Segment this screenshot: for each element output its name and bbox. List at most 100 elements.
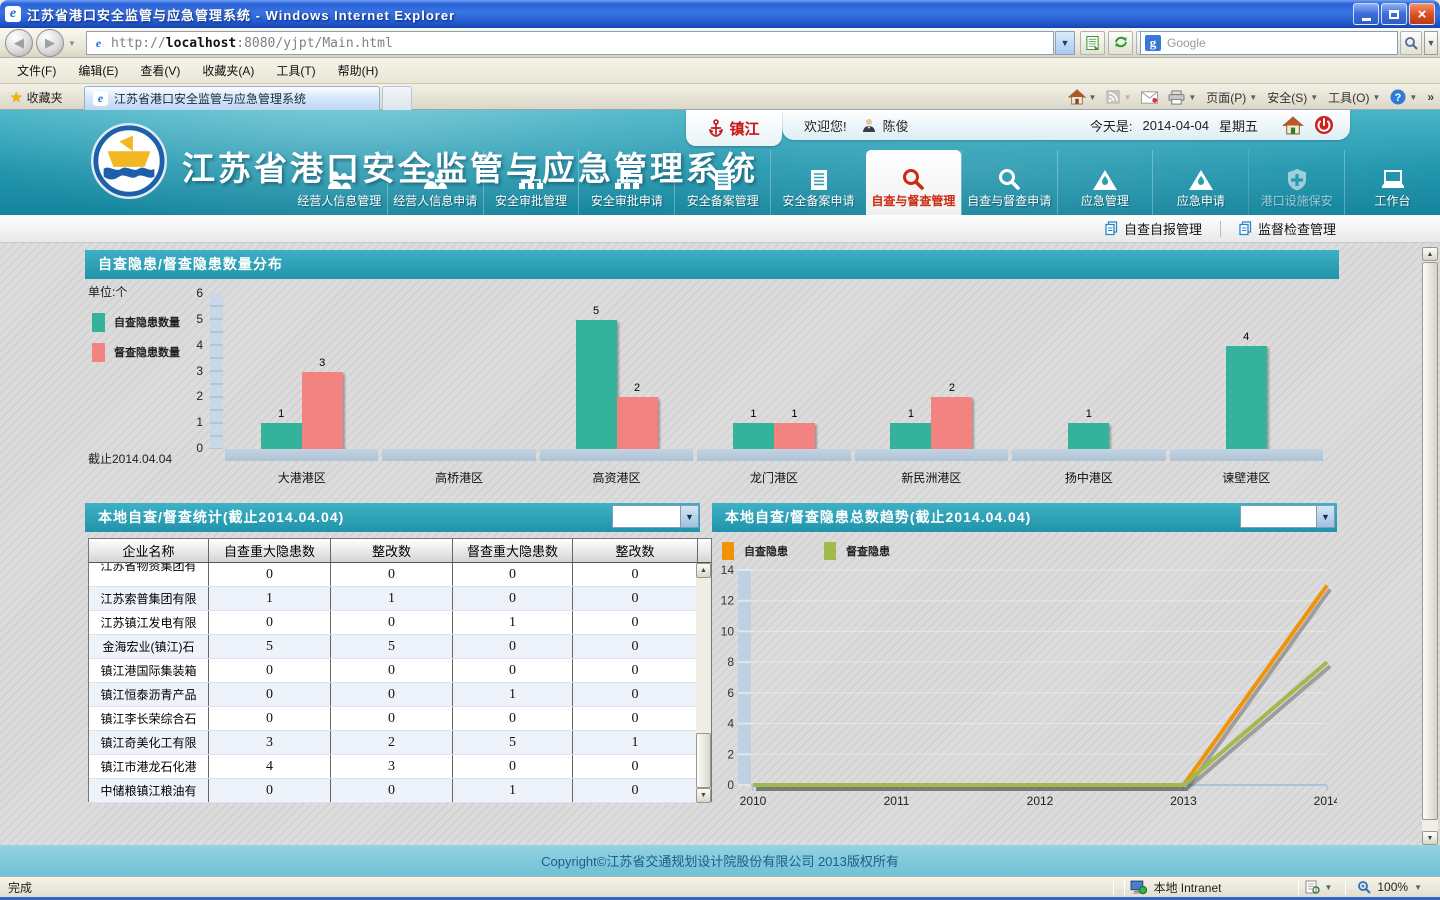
table-row[interactable]: 镇江李长荣综合石0000 bbox=[89, 707, 711, 731]
nav-item[interactable]: 应急申请 bbox=[1152, 150, 1248, 215]
nav-item[interactable]: 安全备案管理 bbox=[674, 150, 770, 215]
value-cell: 1 bbox=[331, 587, 453, 610]
bar[interactable]: 1 bbox=[890, 423, 931, 449]
blue-document-icon bbox=[1239, 221, 1252, 236]
table-scrollbar[interactable]: ▲ ▼ bbox=[696, 563, 711, 803]
mail-button[interactable] bbox=[1141, 91, 1158, 104]
menu-item[interactable]: 收藏夹(A) bbox=[193, 59, 263, 82]
page-scrollbar[interactable]: ▲ ▼ bbox=[1422, 247, 1438, 845]
scroll-thumb[interactable] bbox=[1422, 262, 1438, 820]
address-input[interactable]: e http://localhost:8080/yjpt/Main.html bbox=[86, 31, 1054, 55]
help-menu[interactable]: ? ▼ bbox=[1390, 89, 1417, 105]
value-cell: 0 bbox=[209, 659, 331, 682]
menu-item[interactable]: 工具(T) bbox=[267, 59, 324, 82]
logout-power-icon[interactable] bbox=[1314, 115, 1334, 135]
page-tab[interactable]: e 江苏省港口安全监管与应急管理系统 bbox=[84, 86, 380, 110]
table-row[interactable]: 镇江奇美化工有限3251 bbox=[89, 731, 711, 755]
svg-text:4: 4 bbox=[727, 717, 734, 731]
home-button[interactable]: ▼ bbox=[1068, 89, 1097, 105]
refresh-button[interactable] bbox=[1108, 31, 1133, 55]
value-cell: 1 bbox=[573, 731, 698, 754]
home-shortcut-icon[interactable] bbox=[1282, 116, 1304, 135]
scroll-down-icon[interactable]: ▼ bbox=[696, 788, 711, 803]
nav-item[interactable]: 工作台 bbox=[1344, 150, 1440, 215]
nav-item[interactable]: 应急管理 bbox=[1057, 150, 1153, 215]
feeds-button[interactable]: ▼ bbox=[1106, 90, 1131, 104]
nav-item[interactable]: 自查与督查管理 bbox=[866, 150, 961, 215]
table-row[interactable]: 镇江港国际集装箱0000 bbox=[89, 659, 711, 683]
search-input[interactable]: g Google bbox=[1140, 31, 1398, 55]
bar[interactable]: 2 bbox=[931, 397, 972, 449]
column-header[interactable]: 整改数 bbox=[573, 539, 698, 562]
page-menu[interactable]: 页面(P)▼ bbox=[1206, 89, 1257, 106]
trend-filter-select[interactable]: ▼ bbox=[1240, 505, 1335, 528]
table-row[interactable]: 江苏索普集团有限1100 bbox=[89, 587, 711, 611]
bar-chart-legend: 自查隐患数量 督查隐患数量 bbox=[92, 311, 180, 371]
table-row[interactable]: 中储粮镇江粮油有0010 bbox=[89, 779, 711, 803]
compatibility-view-button[interactable] bbox=[1080, 31, 1105, 55]
page-viewport: 江苏省港口安全监管与应急管理系统 镇江 欢迎您! 陈俊 今天是: 2014-04… bbox=[0, 110, 1440, 876]
page-mode-icon[interactable] bbox=[1304, 880, 1320, 894]
tools-menu[interactable]: 工具(O)▼ bbox=[1328, 89, 1380, 106]
nav-item[interactable]: 安全审批管理 bbox=[483, 150, 579, 215]
maximize-button[interactable] bbox=[1381, 3, 1407, 25]
company-name-cell: 镇江李长荣综合石 bbox=[89, 707, 209, 730]
search-options-dropdown[interactable]: ▼ bbox=[1424, 31, 1438, 55]
menu-item[interactable]: 帮助(H) bbox=[329, 59, 388, 82]
minimize-button[interactable] bbox=[1353, 3, 1379, 25]
column-header[interactable]: 企业名称 bbox=[89, 539, 209, 562]
table-row[interactable]: 金海宏业(镇江)石5500 bbox=[89, 635, 711, 659]
submenu-item[interactable]: 监督检查管理 bbox=[1239, 219, 1336, 238]
column-header[interactable]: 整改数 bbox=[331, 539, 453, 562]
column-header[interactable]: 自查重大隐患数 bbox=[209, 539, 331, 562]
bar[interactable]: 3 bbox=[302, 372, 343, 450]
bar[interactable]: 1 bbox=[1068, 423, 1109, 449]
zoom-dropdown-icon[interactable]: ▼ bbox=[1414, 883, 1422, 892]
company-name-cell: 江苏索普集团有限 bbox=[89, 587, 209, 610]
table-row[interactable]: 江苏省物资集团有0000 bbox=[89, 563, 711, 587]
scroll-up-icon[interactable]: ▲ bbox=[1422, 247, 1438, 261]
safety-menu[interactable]: 安全(S)▼ bbox=[1267, 89, 1318, 106]
table-row[interactable]: 镇江市港龙石化港4300 bbox=[89, 755, 711, 779]
scroll-thumb[interactable] bbox=[696, 733, 711, 788]
history-dropdown-icon[interactable]: ▼ bbox=[68, 39, 76, 48]
bar[interactable]: 2 bbox=[617, 397, 658, 449]
legend-swatch bbox=[92, 313, 105, 332]
print-button[interactable]: ▼ bbox=[1168, 90, 1196, 105]
menu-item[interactable]: 查看(V) bbox=[131, 59, 189, 82]
zoom-level[interactable]: 100% bbox=[1377, 880, 1408, 894]
scroll-up-icon[interactable]: ▲ bbox=[696, 563, 711, 578]
nav-item[interactable]: 经营人信息申请 bbox=[387, 150, 483, 215]
close-button[interactable]: × bbox=[1409, 3, 1435, 25]
legend-swatch bbox=[722, 542, 734, 560]
address-dropdown-button[interactable]: ▼ bbox=[1055, 31, 1075, 55]
submenu-item[interactable]: 自查自报管理 bbox=[1105, 219, 1202, 238]
zoom-icon[interactable] bbox=[1357, 880, 1371, 894]
back-button[interactable]: ◀ bbox=[5, 29, 33, 57]
menu-item[interactable]: 文件(F) bbox=[8, 59, 65, 82]
nav-item[interactable]: 安全审批申请 bbox=[578, 150, 674, 215]
new-tab-button[interactable] bbox=[382, 86, 412, 110]
favorites-button[interactable]: ★ 收藏夹 bbox=[4, 87, 69, 107]
bar[interactable]: 1 bbox=[733, 423, 774, 449]
bar[interactable]: 4 bbox=[1226, 346, 1267, 449]
nav-item[interactable]: 经营人信息管理 bbox=[292, 150, 387, 215]
scroll-down-icon[interactable]: ▼ bbox=[1422, 831, 1438, 845]
overflow-chevron-icon[interactable]: » bbox=[1427, 90, 1434, 104]
chevron-down-icon[interactable]: ▼ bbox=[1324, 883, 1332, 892]
table-row[interactable]: 镇江恒泰沥青产品0010 bbox=[89, 683, 711, 707]
forward-button[interactable]: ▶ bbox=[36, 29, 64, 57]
column-header[interactable]: 督查重大隐患数 bbox=[453, 539, 573, 562]
nav-item[interactable]: 自查与督查申请 bbox=[961, 150, 1057, 215]
bar[interactable]: 1 bbox=[261, 423, 302, 449]
search-button[interactable] bbox=[1400, 31, 1422, 55]
value-cell: 0 bbox=[453, 563, 573, 586]
stats-filter-select[interactable]: ▼ bbox=[612, 505, 699, 528]
bar[interactable]: 5 bbox=[576, 320, 617, 449]
nav-item[interactable]: 安全备案申请 bbox=[770, 150, 866, 215]
table-row[interactable]: 江苏镇江发电有限0010 bbox=[89, 611, 711, 635]
copyright-text: Copyright©江苏省交通规划设计院股份有限公司 2013版权所有 bbox=[541, 851, 899, 870]
value-cell: 0 bbox=[573, 611, 698, 634]
menu-item[interactable]: 编辑(E) bbox=[69, 59, 127, 82]
bar[interactable]: 1 bbox=[774, 423, 815, 449]
